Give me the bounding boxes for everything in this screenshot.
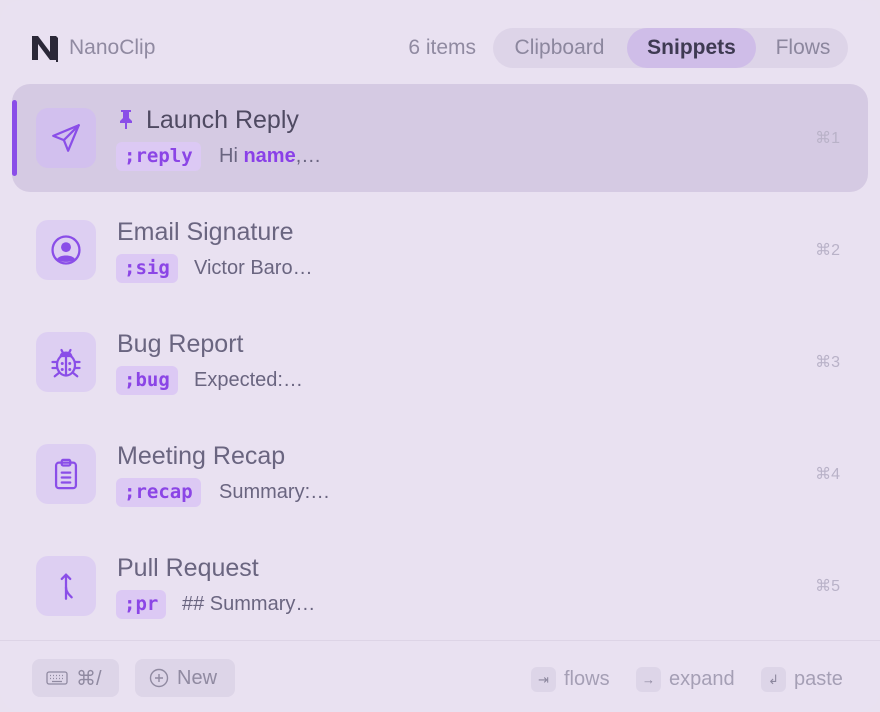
keyboard-shortcuts-button[interactable]: ⌘/: [32, 659, 119, 697]
plus-circle-icon: [149, 668, 169, 688]
pin-icon: [120, 110, 132, 129]
snippet-list: Launch Reply ;reply Hi name,… ⌘1 Email S…: [0, 84, 880, 640]
snippet-trigger-tag: ;bug: [116, 366, 178, 395]
snippet-preview: ## Summary…: [182, 593, 316, 615]
snippet-row-email-signature[interactable]: Email Signature ;sig Victor Baro… ⌘2: [12, 196, 868, 304]
tab-clipboard[interactable]: Clipboard: [497, 28, 622, 68]
snippet-title: Launch Reply: [146, 106, 299, 134]
keyboard-icon: [46, 671, 68, 685]
tab-flows[interactable]: Flows: [761, 28, 845, 68]
tab-key-icon: ⇥: [531, 667, 556, 692]
snippet-title: Meeting Recap: [117, 442, 286, 470]
hint-label: expand: [669, 668, 735, 690]
snippet-shortcut: ⌘5: [815, 578, 840, 595]
template-variable: name: [243, 145, 296, 167]
snippet-trigger-tag: ;reply: [116, 142, 201, 171]
new-label: New: [177, 666, 218, 689]
snippet-row-meeting-recap[interactable]: Meeting Recap ;recap Summary:… ⌘4: [12, 420, 868, 528]
keyboard-shortcut-label: ⌘/: [76, 667, 102, 690]
user-circle-icon: [51, 235, 81, 265]
hint-flows: ⇥ flows: [531, 667, 610, 692]
snippet-row-bug-report[interactable]: Bug Report ;bug Expected:… ⌘3: [12, 308, 868, 416]
selection-accent-bar: [12, 100, 17, 176]
snippet-shortcut: ⌘2: [815, 242, 840, 259]
snippet-preview: Victor Baro…: [194, 257, 313, 279]
snippet-icon-box: [36, 556, 96, 616]
snippet-shortcut: ⌘1: [815, 130, 840, 147]
footer: ⌘/ New ⇥ flows → expand ↲ paste: [0, 640, 880, 712]
snippet-icon-box: [36, 444, 96, 504]
snippet-trigger-tag: ;sig: [116, 254, 178, 283]
bug-icon: [51, 348, 81, 378]
new-snippet-button[interactable]: New: [135, 659, 235, 697]
return-key-icon: ↲: [761, 667, 786, 692]
tab-snippets[interactable]: Snippets: [627, 28, 756, 68]
snippet-shortcut: ⌘4: [815, 466, 840, 483]
snippet-row-launch-reply[interactable]: Launch Reply ;reply Hi name,… ⌘1: [12, 84, 868, 192]
snippet-title: Email Signature: [117, 218, 294, 246]
snippet-preview: Expected:…: [194, 369, 303, 391]
snippet-icon-box: [36, 108, 96, 168]
snippet-trigger-tag: ;pr: [116, 590, 167, 619]
hint-label: paste: [794, 668, 843, 690]
snippet-preview: Summary:…: [219, 481, 331, 503]
snippet-title: Pull Request: [117, 554, 259, 582]
snippet-row-pull-request[interactable]: Pull Request ;pr ## Summary… ⌘5: [12, 532, 868, 640]
hint-label: flows: [564, 668, 610, 690]
hint-expand: → expand: [636, 667, 735, 692]
snippet-icon-box: [36, 220, 96, 280]
nanoclip-logo-icon: [32, 36, 58, 62]
snippet-preview: Hi name,…: [219, 145, 322, 167]
send-icon: [52, 124, 80, 152]
snippet-trigger-tag: ;recap: [116, 478, 201, 507]
tab-bar: Clipboard Snippets Flows: [493, 28, 848, 68]
header: NanoClip 6 items Clipboard Snippets Flow…: [0, 0, 880, 96]
nanoclip-window: NanoClip 6 items Clipboard Snippets Flow…: [0, 0, 880, 712]
arrow-right-key-icon: →: [636, 667, 661, 692]
item-count: 6 items: [408, 36, 476, 59]
snippet-shortcut: ⌘3: [815, 354, 840, 371]
snippet-icon-box: [36, 332, 96, 392]
git-merge-icon: [60, 573, 73, 600]
snippet-title: Bug Report: [117, 330, 244, 358]
hint-paste: ↲ paste: [761, 667, 843, 692]
app-name: NanoClip: [69, 36, 156, 59]
clipboard-list-icon: [54, 458, 78, 490]
